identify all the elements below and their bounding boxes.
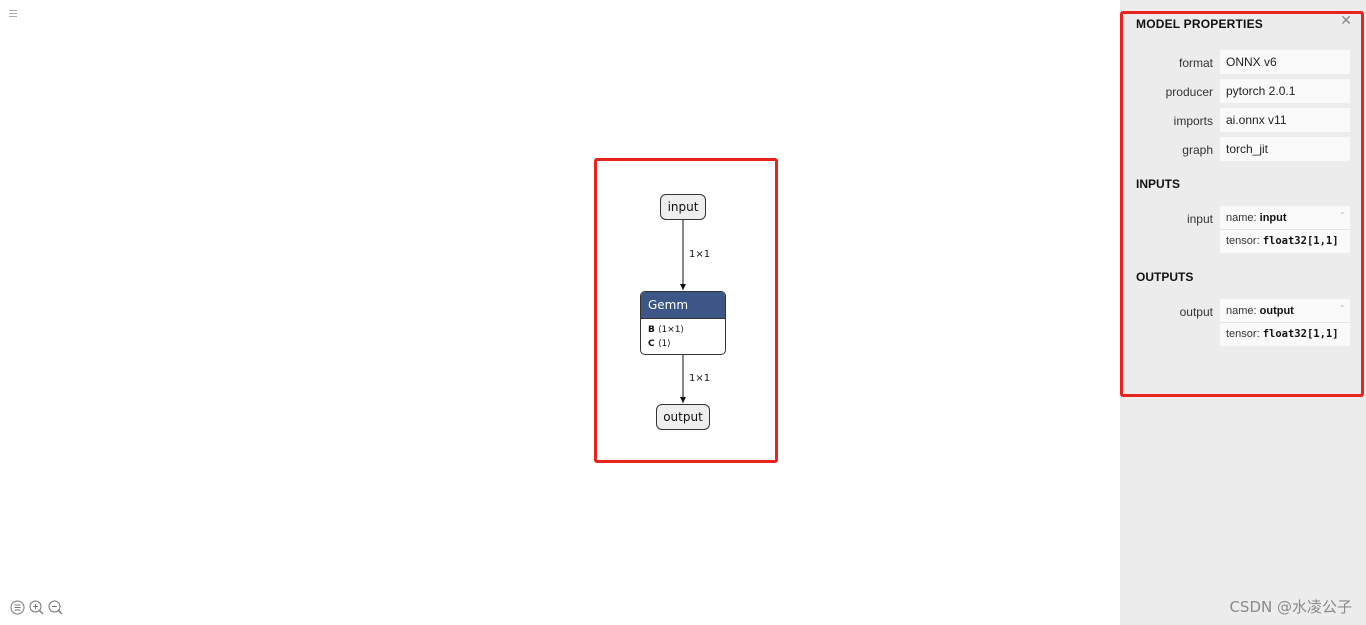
- zoom-out-icon[interactable]: [48, 600, 63, 615]
- graph-toolbar: [10, 600, 63, 615]
- graph-canvas: input 1×1 Gemm B ⟨1×1⟩ C ⟨1⟩ 1×1 output: [0, 0, 1120, 625]
- expand-toggle[interactable]: -: [1341, 301, 1344, 312]
- list-icon[interactable]: [10, 600, 25, 615]
- input-name: name: input: [1226, 212, 1287, 224]
- property-value: ONNX v6: [1220, 50, 1350, 74]
- property-value: ai.onnx v11: [1220, 108, 1350, 132]
- property-name: graph: [1182, 143, 1213, 157]
- expand-toggle[interactable]: -: [1341, 208, 1344, 219]
- input-label: input: [1186, 212, 1213, 226]
- property-name: imports: [1173, 114, 1213, 128]
- property-row-producer: producer pytorch 2.0.1: [1120, 79, 1366, 103]
- input-node[interactable]: input: [660, 194, 706, 220]
- edge-in-label: 1×1: [689, 249, 711, 260]
- property-value: torch_jit: [1220, 137, 1350, 161]
- gemm-node-title: Gemm: [641, 292, 725, 319]
- output-name: name: output: [1226, 305, 1294, 317]
- property-name: format: [1178, 56, 1213, 70]
- output-details[interactable]: name: output - tensor: float32[1,1]: [1220, 299, 1350, 346]
- gemm-attr-b: B ⟨1×1⟩: [648, 325, 685, 335]
- output-row: output name: output - tensor: float32[1,…: [1120, 299, 1366, 346]
- input-tensor: tensor: float32[1,1]: [1226, 235, 1339, 247]
- gemm-node[interactable]: Gemm B ⟨1×1⟩ C ⟨1⟩: [640, 291, 726, 355]
- property-row-graph: graph torch_jit: [1120, 137, 1366, 161]
- output-label: output: [1179, 305, 1213, 319]
- close-icon[interactable]: ✕: [1340, 13, 1352, 29]
- edge-out-label: 1×1: [689, 373, 711, 384]
- gemm-attr-c: C ⟨1⟩: [648, 339, 671, 349]
- property-row-imports: imports ai.onnx v11: [1120, 108, 1366, 132]
- output-tensor: tensor: float32[1,1]: [1226, 328, 1339, 340]
- graph-edges: [680, 219, 686, 403]
- watermark: CSDN @水凌公子: [1229, 598, 1352, 616]
- output-node[interactable]: output: [656, 404, 710, 430]
- input-details[interactable]: name: input - tensor: float32[1,1]: [1220, 206, 1350, 253]
- sidebar-title: MODEL PROPERTIES: [1136, 17, 1263, 31]
- input-row: input name: input - tensor: float32[1,1]: [1120, 206, 1366, 253]
- property-name: producer: [1165, 85, 1213, 99]
- model-properties-sidebar: MODEL PROPERTIES ✕ format ONNX v6 produc…: [1120, 0, 1366, 625]
- inputs-section-title: INPUTS: [1136, 177, 1181, 191]
- zoom-in-icon[interactable]: [29, 600, 44, 615]
- property-row-format: format ONNX v6: [1120, 50, 1366, 74]
- property-value: pytorch 2.0.1: [1220, 79, 1350, 103]
- outputs-section-title: OUTPUTS: [1136, 270, 1194, 284]
